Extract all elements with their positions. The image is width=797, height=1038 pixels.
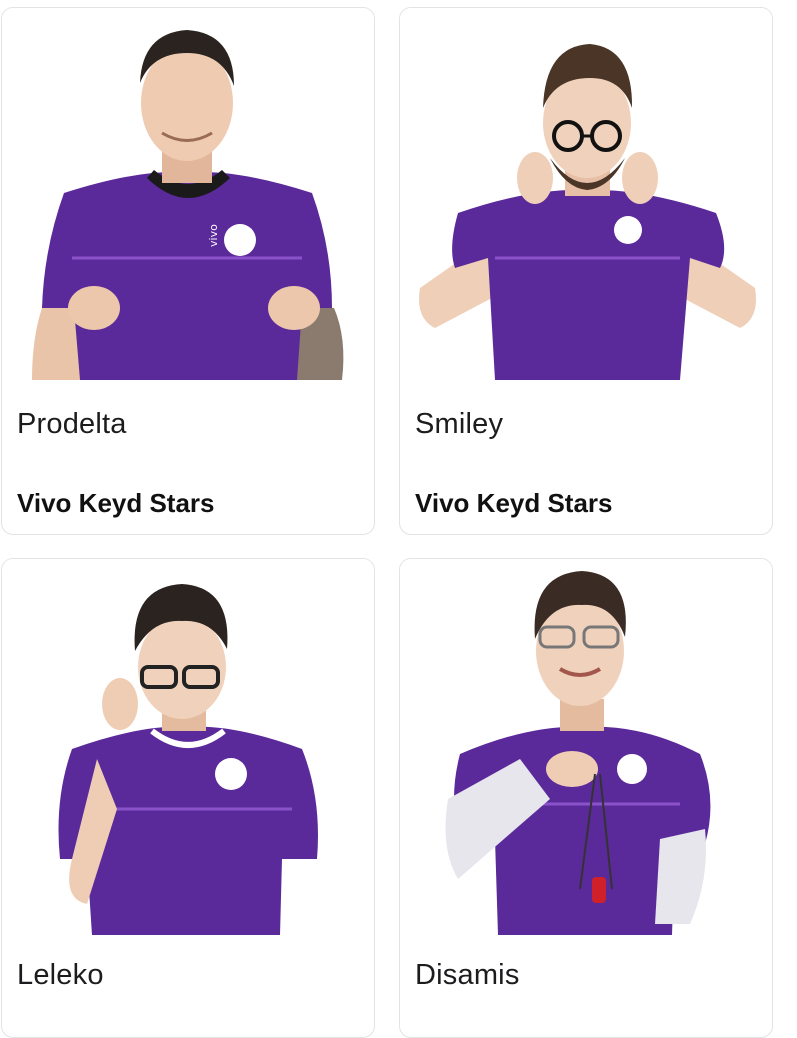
player-photo: vivo — [2, 8, 374, 384]
player-team: Vivo Keyd Stars — [415, 488, 613, 518]
player-grid: vivo Prodelta Vivo Keyd Stars Smiley Viv… — [0, 0, 797, 1038]
player-card[interactable]: Disamis — [399, 558, 773, 1038]
player-name: Leleko — [17, 959, 104, 991]
player-name: Prodelta — [17, 408, 127, 440]
player-photo — [400, 559, 772, 935]
player-photo — [2, 559, 374, 935]
player-card[interactable]: Leleko — [1, 558, 375, 1038]
svg-text:vivo: vivo — [207, 224, 220, 247]
player-card[interactable]: Smiley Vivo Keyd Stars — [399, 7, 773, 535]
player-photo — [400, 8, 772, 384]
player-name: Smiley — [415, 408, 504, 440]
player-team: Vivo Keyd Stars — [17, 488, 215, 518]
player-name: Disamis — [415, 959, 520, 991]
player-card[interactable]: vivo Prodelta Vivo Keyd Stars — [1, 7, 375, 535]
